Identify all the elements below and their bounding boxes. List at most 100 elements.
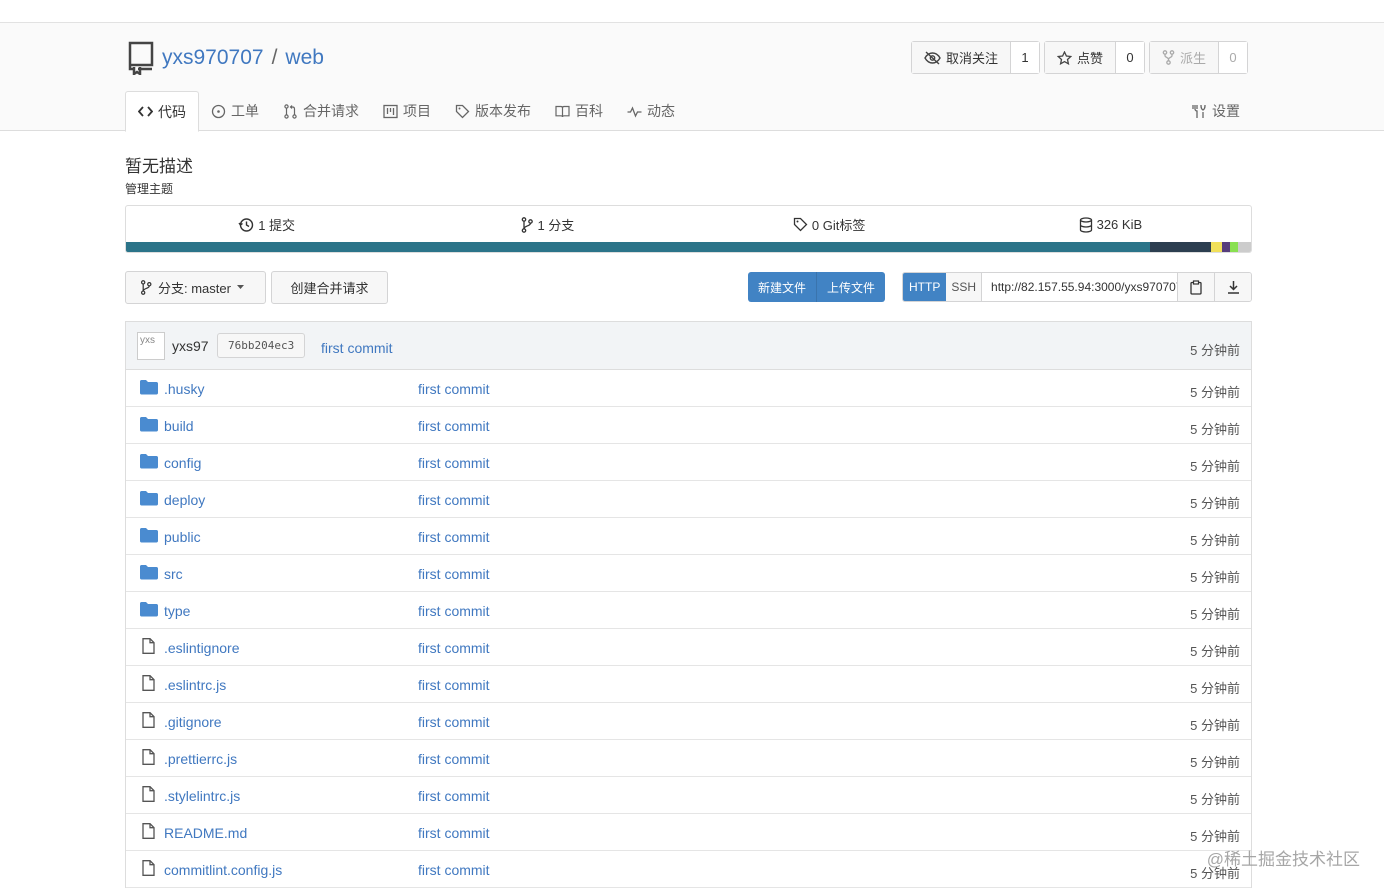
commits-count: 1 提交 xyxy=(258,218,296,233)
tab-settings[interactable]: 设置 xyxy=(1180,91,1252,131)
unwatch-button[interactable]: 取消关注 xyxy=(911,42,1011,73)
tab-issues[interactable]: 工单 xyxy=(199,91,271,131)
tab-wiki-label: 百科 xyxy=(575,103,603,119)
file-commit-message-link[interactable]: first commit xyxy=(418,455,490,471)
clone-http-button[interactable]: HTTP xyxy=(903,273,947,301)
tab-releases[interactable]: 版本发布 xyxy=(443,91,543,131)
table-row: .husky first commit 5 分钟前 xyxy=(126,370,1251,407)
watchers-count[interactable]: 1 xyxy=(1010,42,1039,73)
file-name-link[interactable]: src xyxy=(164,566,183,582)
repo-owner-link[interactable]: yxs970707 xyxy=(162,46,264,70)
language-bar[interactable] xyxy=(126,242,1251,252)
copy-url-button[interactable] xyxy=(1177,273,1214,301)
file-name-link[interactable]: .prettierrc.js xyxy=(164,751,237,767)
fork-label: 派生 xyxy=(1179,51,1206,66)
code-icon xyxy=(138,106,153,117)
file-name-link[interactable]: .eslintrc.js xyxy=(164,677,226,693)
table-row: .prettierrc.js first commit 5 分钟前 xyxy=(126,740,1251,777)
table-row: README.md first commit 5 分钟前 xyxy=(126,814,1251,851)
file-commit-time: 5 分钟前 xyxy=(1190,755,1240,770)
language-bar-segment[interactable] xyxy=(1221,242,1230,252)
download-button[interactable] xyxy=(1214,273,1251,301)
commit-author-link[interactable]: yxs97 xyxy=(172,338,209,354)
file-commit-message-link[interactable]: first commit xyxy=(418,751,490,767)
file-name-link[interactable]: deploy xyxy=(164,492,205,508)
file-name-link[interactable]: README.md xyxy=(164,825,247,841)
tab-code[interactable]: 代码 xyxy=(125,91,199,132)
commit-sha-button[interactable]: 76bb204ec3 xyxy=(217,333,306,358)
file-name-link[interactable]: .stylelintrc.js xyxy=(164,788,240,804)
file-commit-message-link[interactable]: first commit xyxy=(418,825,490,841)
new-pull-request-button[interactable]: 创建合并请求 xyxy=(271,271,388,304)
file-commit-message-link[interactable]: first commit xyxy=(418,418,490,434)
file-commit-message-link[interactable]: first commit xyxy=(418,529,490,545)
repo-icon xyxy=(128,41,154,75)
language-bar-segment[interactable] xyxy=(1237,242,1251,252)
file-table: yxs yxs97 76bb204ec3 first commit 5 分钟前 … xyxy=(125,321,1252,888)
language-bar-segment[interactable] xyxy=(1149,242,1211,252)
file-commit-message-link[interactable]: first commit xyxy=(418,788,490,804)
file-commit-message-link[interactable]: first commit xyxy=(418,566,490,582)
star-button-group: 点赞 0 xyxy=(1043,41,1145,74)
issue-icon xyxy=(211,104,226,118)
file-commit-message-link[interactable]: first commit xyxy=(418,603,490,619)
file-icon xyxy=(142,712,155,728)
folder-icon xyxy=(140,417,158,432)
watch-button-group: 取消关注 1 xyxy=(910,41,1040,74)
file-commit-message-link[interactable]: first commit xyxy=(418,492,490,508)
eye-slash-icon xyxy=(924,50,941,65)
tags-stat[interactable]: 0 Git标签 xyxy=(689,215,970,234)
file-commit-message-link[interactable]: first commit xyxy=(418,381,490,397)
file-commit-message-link[interactable]: first commit xyxy=(418,677,490,693)
commits-stat[interactable]: 1 提交 xyxy=(126,215,407,234)
file-name-link[interactable]: public xyxy=(164,529,201,545)
table-row: build first commit 5 分钟前 xyxy=(126,407,1251,444)
clipboard-icon xyxy=(1190,279,1202,295)
branch-icon xyxy=(522,216,534,233)
file-name-link[interactable]: commitlint.config.js xyxy=(164,862,282,878)
tab-wiki[interactable]: 百科 xyxy=(543,91,615,131)
tab-projects[interactable]: 项目 xyxy=(371,91,443,131)
file-icon xyxy=(142,749,155,765)
branch-icon xyxy=(140,280,152,295)
file-name-link[interactable]: .husky xyxy=(164,381,204,397)
star-button[interactable]: 点赞 xyxy=(1044,42,1116,73)
language-bar-segment[interactable] xyxy=(1229,242,1238,252)
file-name-link[interactable]: type xyxy=(164,603,190,619)
branches-stat[interactable]: 1 分支 xyxy=(407,215,688,234)
latest-commit-header: yxs yxs97 76bb204ec3 first commit 5 分钟前 xyxy=(126,322,1251,370)
file-commit-message-link[interactable]: first commit xyxy=(418,640,490,656)
file-name-link[interactable]: .eslintignore xyxy=(164,640,240,656)
repo-separator: / xyxy=(271,46,278,69)
clone-url-input[interactable]: http://82.157.55.94:3000/yxs970707/web.g… xyxy=(982,273,1177,301)
file-commit-message-link[interactable]: first commit xyxy=(418,714,490,730)
upload-file-button[interactable]: 上传文件 xyxy=(816,272,886,302)
repo-size: 326 KiB xyxy=(1096,217,1143,232)
file-name-link[interactable]: config xyxy=(164,455,201,471)
repo-actions: 取消关注 1 点赞 0 派生 0 xyxy=(910,41,1248,74)
tags-count: 0 Git标签 xyxy=(811,218,866,233)
table-row: public first commit 5 分钟前 xyxy=(126,518,1251,555)
clone-ssh-button[interactable]: SSH xyxy=(946,273,983,301)
forks-count[interactable]: 0 xyxy=(1219,42,1247,73)
manage-topics-link[interactable]: 管理主题 xyxy=(125,180,173,197)
language-bar-segment[interactable] xyxy=(1210,242,1222,252)
file-icon xyxy=(142,823,155,839)
file-name-link[interactable]: build xyxy=(164,418,194,434)
language-bar-segment[interactable] xyxy=(126,242,1150,252)
file-commit-time: 5 分钟前 xyxy=(1190,792,1240,807)
commit-message-link[interactable]: first commit xyxy=(321,340,393,356)
top-navbar xyxy=(0,0,1384,23)
branch-dropdown[interactable]: 分支: master xyxy=(125,271,266,304)
file-name-link[interactable]: .gitignore xyxy=(164,714,222,730)
fork-button[interactable]: 派生 xyxy=(1149,42,1219,73)
new-file-button[interactable]: 新建文件 xyxy=(748,272,817,302)
tab-pulls[interactable]: 合并请求 xyxy=(271,91,371,131)
tab-activity[interactable]: 动态 xyxy=(615,91,687,131)
stars-count[interactable]: 0 xyxy=(1115,42,1144,73)
file-commit-time: 5 分钟前 xyxy=(1190,570,1240,585)
repo-name-link[interactable]: web xyxy=(285,46,324,70)
file-commit-message-link[interactable]: first commit xyxy=(418,862,490,878)
tab-issues-label: 工单 xyxy=(231,103,259,119)
avatar[interactable]: yxs xyxy=(137,332,165,360)
